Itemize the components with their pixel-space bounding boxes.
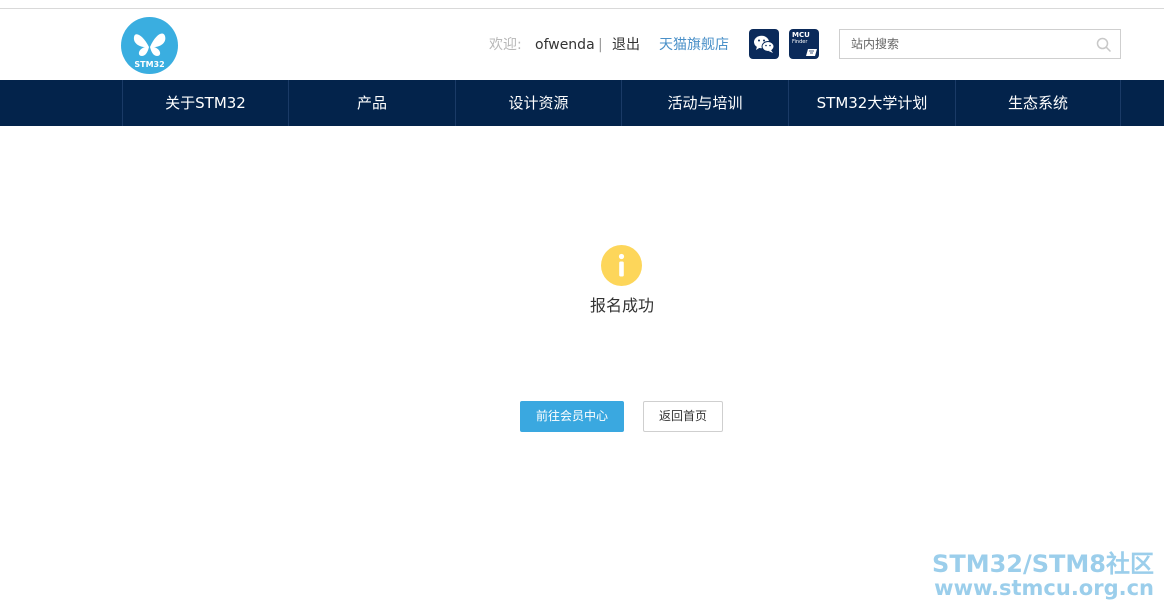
mcu-finder-line2: Finder [792,39,808,45]
tmall-store-link[interactable]: 天猫旗舰店 [659,36,729,54]
success-message: 报名成功 [589,296,654,315]
nav-item-products[interactable]: 产品 [288,80,455,126]
nav-item-design-resources[interactable]: 设计资源 [455,80,621,126]
search-box [839,29,1121,59]
watermark-line1: STM32/STM8社区 [932,550,1154,578]
st-logo-icon [806,49,817,56]
mcu-finder-line1: MCU [792,31,810,39]
welcome-label: 欢迎: [489,37,522,53]
info-icon [601,245,642,286]
search-icon[interactable] [1096,37,1112,53]
logo-text: STM32 [134,60,164,69]
main-nav: 关于STM32 产品 设计资源 活动与培训 STM32大学计划 生态系统 [0,80,1164,126]
nav-item-about-stm32[interactable]: 关于STM32 [122,80,288,126]
nav-item-university-program[interactable]: STM32大学计划 [788,80,955,126]
wechat-button[interactable] [749,29,779,59]
mcu-finder-button[interactable]: MCU Finder [789,29,819,59]
back-to-home-button[interactable]: 返回首页 [643,401,723,432]
username: ofwenda [535,37,595,53]
search-input[interactable] [840,30,1090,58]
logout-link[interactable]: 退出 [612,36,640,54]
wechat-icon [754,35,775,53]
nav-item-events-training[interactable]: 活动与培训 [621,80,788,126]
header-separator: | [598,37,603,53]
stm32-logo[interactable]: STM32 [121,17,178,74]
go-to-member-center-button[interactable]: 前往会员中心 [520,401,624,432]
nav-item-ecosystem[interactable]: 生态系统 [955,80,1121,126]
site-header: STM32 欢迎: ofwenda | 退出 天猫旗舰店 MCU Finder [0,9,1164,80]
watermark-line2: www.stmcu.org.cn [934,576,1154,600]
